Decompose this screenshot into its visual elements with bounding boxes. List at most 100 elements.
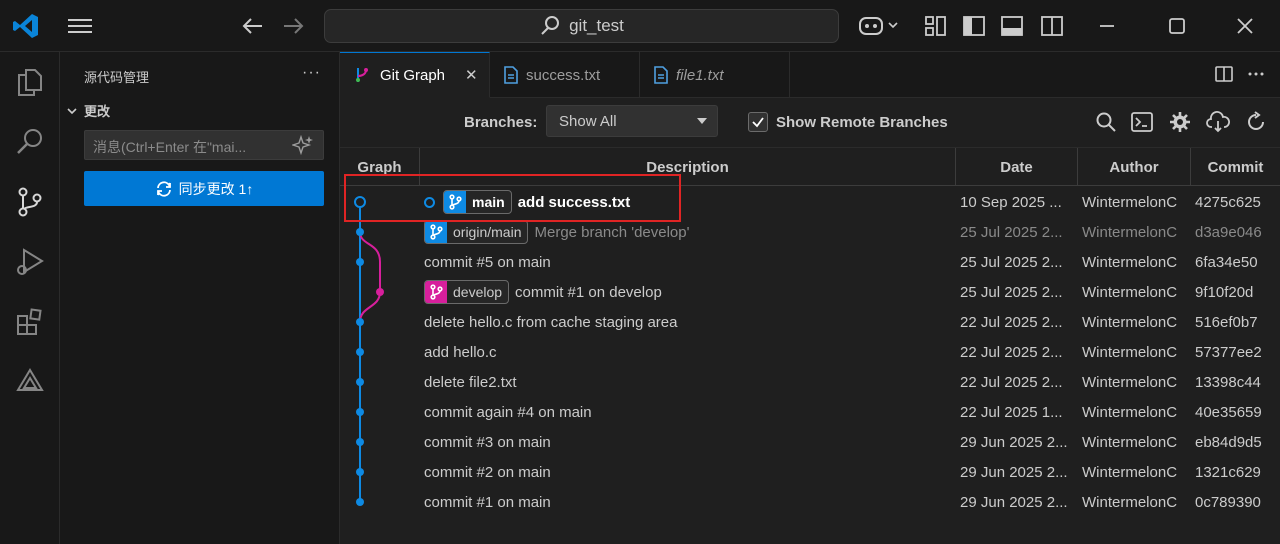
- tab-git-graph[interactable]: Git Graph ✕: [340, 52, 490, 98]
- sparkle-icon[interactable]: [290, 134, 314, 156]
- search-icon: [541, 16, 560, 35]
- commit-date: 22 Jul 2025 2...: [960, 313, 1063, 331]
- commit-hash: 13398c44: [1195, 373, 1261, 391]
- commit-author: WintermelonC: [1082, 193, 1178, 211]
- commit-date: 29 Jun 2025 2...: [960, 463, 1068, 481]
- git-graph-extension-icon[interactable]: [14, 366, 46, 398]
- branch-ref-tag[interactable]: origin/main: [424, 220, 529, 244]
- commit-row[interactable]: commit #2 on main 29 Jun 2025 2... Winterm…: [340, 457, 1280, 487]
- commit-row[interactable]: add hello.c 22 Jul 2025 2... WintermelonC 5…: [340, 337, 1280, 367]
- commit-message: delete file2.txt: [424, 373, 517, 391]
- commit-message-input[interactable]: 消息(Ctrl+Enter 在"mai...: [84, 130, 324, 160]
- highlight-box: [344, 174, 681, 222]
- commit-hash: 1321c629: [1195, 463, 1261, 481]
- commit-description: commit #5 on main: [424, 247, 954, 277]
- tab-success-txt[interactable]: success.txt: [490, 52, 640, 98]
- back-arrow-icon[interactable]: [240, 14, 266, 38]
- close-window-icon[interactable]: [1230, 12, 1260, 40]
- commit-date: 22 Jul 2025 2...: [960, 373, 1063, 391]
- commit-date: 25 Jul 2025 2...: [960, 253, 1063, 271]
- tab-label: success.txt: [526, 66, 601, 84]
- settings-gear-icon[interactable]: [1168, 110, 1192, 134]
- commit-author: WintermelonC: [1082, 313, 1178, 331]
- commit-row[interactable]: commit #5 on main 25 Jul 2025 2... Winterm…: [340, 247, 1280, 277]
- commit-message: commit #2 on main: [424, 463, 551, 481]
- branches-dropdown[interactable]: Show All: [546, 105, 718, 137]
- toggle-panel-icon[interactable]: [1000, 14, 1024, 38]
- minimize-icon[interactable]: [1092, 12, 1122, 40]
- commit-description: commit again #4 on main: [424, 397, 954, 427]
- commit-row[interactable]: commit #3 on main 29 Jun 2025 2... Winterm…: [340, 427, 1280, 457]
- commit-row[interactable]: delete file2.txt 22 Jul 2025 2... Winterme…: [340, 367, 1280, 397]
- explorer-icon[interactable]: [14, 66, 46, 98]
- commit-date: 10 Sep 2025 ...: [960, 193, 1062, 211]
- run-debug-icon[interactable]: [14, 246, 46, 278]
- commit-description: delete file2.txt: [424, 367, 954, 397]
- forward-arrow-icon[interactable]: [280, 14, 306, 38]
- commit-message: commit #1 on develop: [515, 283, 662, 301]
- branches-value: Show All: [559, 113, 617, 130]
- toggle-secondary-sidebar-icon[interactable]: [1040, 14, 1064, 38]
- more-actions-icon[interactable]: [1246, 64, 1266, 84]
- commit-hash: 4275c625: [1195, 193, 1261, 211]
- commit-message: commit #3 on main: [424, 433, 551, 451]
- commit-row[interactable]: delete hello.c from cache staging area 22…: [340, 307, 1280, 337]
- tab-file1-txt[interactable]: file1.txt: [640, 52, 790, 98]
- changes-section-label: 更改: [84, 104, 111, 119]
- git-graph-toolbar: Branches: Show All Show Remote Branches: [340, 98, 1280, 148]
- checkmark-icon: [752, 117, 764, 128]
- commit-description: delete hello.c from cache staging area: [424, 307, 954, 337]
- commit-date: 25 Jul 2025 2...: [960, 223, 1063, 241]
- branch-icon: [425, 221, 447, 243]
- find-icon[interactable]: [1094, 110, 1118, 134]
- tab-actions: [1214, 64, 1266, 84]
- branch-ref-tag[interactable]: develop: [424, 280, 510, 304]
- tab-label: Git Graph: [380, 66, 446, 84]
- commit-author: WintermelonC: [1082, 433, 1178, 451]
- commit-date: 22 Jul 2025 2...: [960, 343, 1063, 361]
- more-actions-icon[interactable]: ···: [302, 64, 321, 82]
- search-icon[interactable]: [14, 126, 46, 158]
- vscode-logo-icon: [12, 12, 40, 40]
- search-text: git_test: [569, 16, 624, 35]
- title-bar: git_test: [0, 0, 1280, 52]
- show-remote-checkbox[interactable]: [748, 112, 768, 132]
- commit-date: 22 Jul 2025 1...: [960, 403, 1063, 421]
- extensions-icon[interactable]: [14, 306, 46, 338]
- copilot-icon[interactable]: [858, 14, 902, 38]
- editor-tabs: Git Graph ✕ success.txt file1.txt: [340, 52, 1280, 98]
- close-tab-icon[interactable]: ✕: [465, 66, 478, 84]
- dropdown-caret-icon: [697, 118, 707, 124]
- commit-row[interactable]: develop commit #1 on develop 25 Jul 2025 2…: [340, 277, 1280, 307]
- menu-icon[interactable]: [66, 14, 96, 38]
- commit-hash: 0c789390: [1195, 493, 1261, 511]
- fetch-cloud-icon[interactable]: [1206, 110, 1230, 134]
- split-editor-icon[interactable]: [1214, 64, 1234, 84]
- column-author[interactable]: Author: [1078, 148, 1191, 186]
- commit-hash: d3a9e046: [1195, 223, 1262, 241]
- file-icon: [504, 66, 518, 84]
- source-control-icon[interactable]: [14, 186, 46, 218]
- maximize-icon[interactable]: [1162, 12, 1192, 40]
- commit-row[interactable]: commit again #4 on main 22 Jul 2025 1... W…: [340, 397, 1280, 427]
- commit-author: WintermelonC: [1082, 223, 1178, 241]
- commit-description: commit #1 on main: [424, 487, 954, 517]
- sync-changes-button[interactable]: 同步更改 1↑: [84, 171, 324, 206]
- changes-section-header[interactable]: 更改: [66, 101, 110, 120]
- commit-author: WintermelonC: [1082, 283, 1178, 301]
- column-date[interactable]: Date: [956, 148, 1078, 186]
- commit-row[interactable]: commit #1 on main 29 Jun 2025 2... Winterm…: [340, 487, 1280, 517]
- commit-description: develop commit #1 on develop: [424, 277, 954, 307]
- commit-message: add hello.c: [424, 343, 497, 361]
- layout-customize-icon[interactable]: [924, 14, 948, 38]
- commit-message: commit #1 on main: [424, 493, 551, 511]
- column-commit[interactable]: Commit: [1191, 148, 1280, 186]
- commit-description: add hello.c: [424, 337, 954, 367]
- toggle-primary-sidebar-icon[interactable]: [962, 14, 986, 38]
- refresh-icon[interactable]: [1244, 110, 1268, 134]
- commit-date: 29 Jun 2025 2...: [960, 493, 1068, 511]
- source-control-sidebar: 源代码管理 ··· 更改 消息(Ctrl+Enter 在"mai... 同步更改…: [60, 52, 340, 544]
- show-remote-label: Show Remote Branches: [776, 114, 948, 131]
- terminal-icon[interactable]: [1130, 110, 1154, 134]
- command-center-search[interactable]: git_test: [324, 9, 839, 43]
